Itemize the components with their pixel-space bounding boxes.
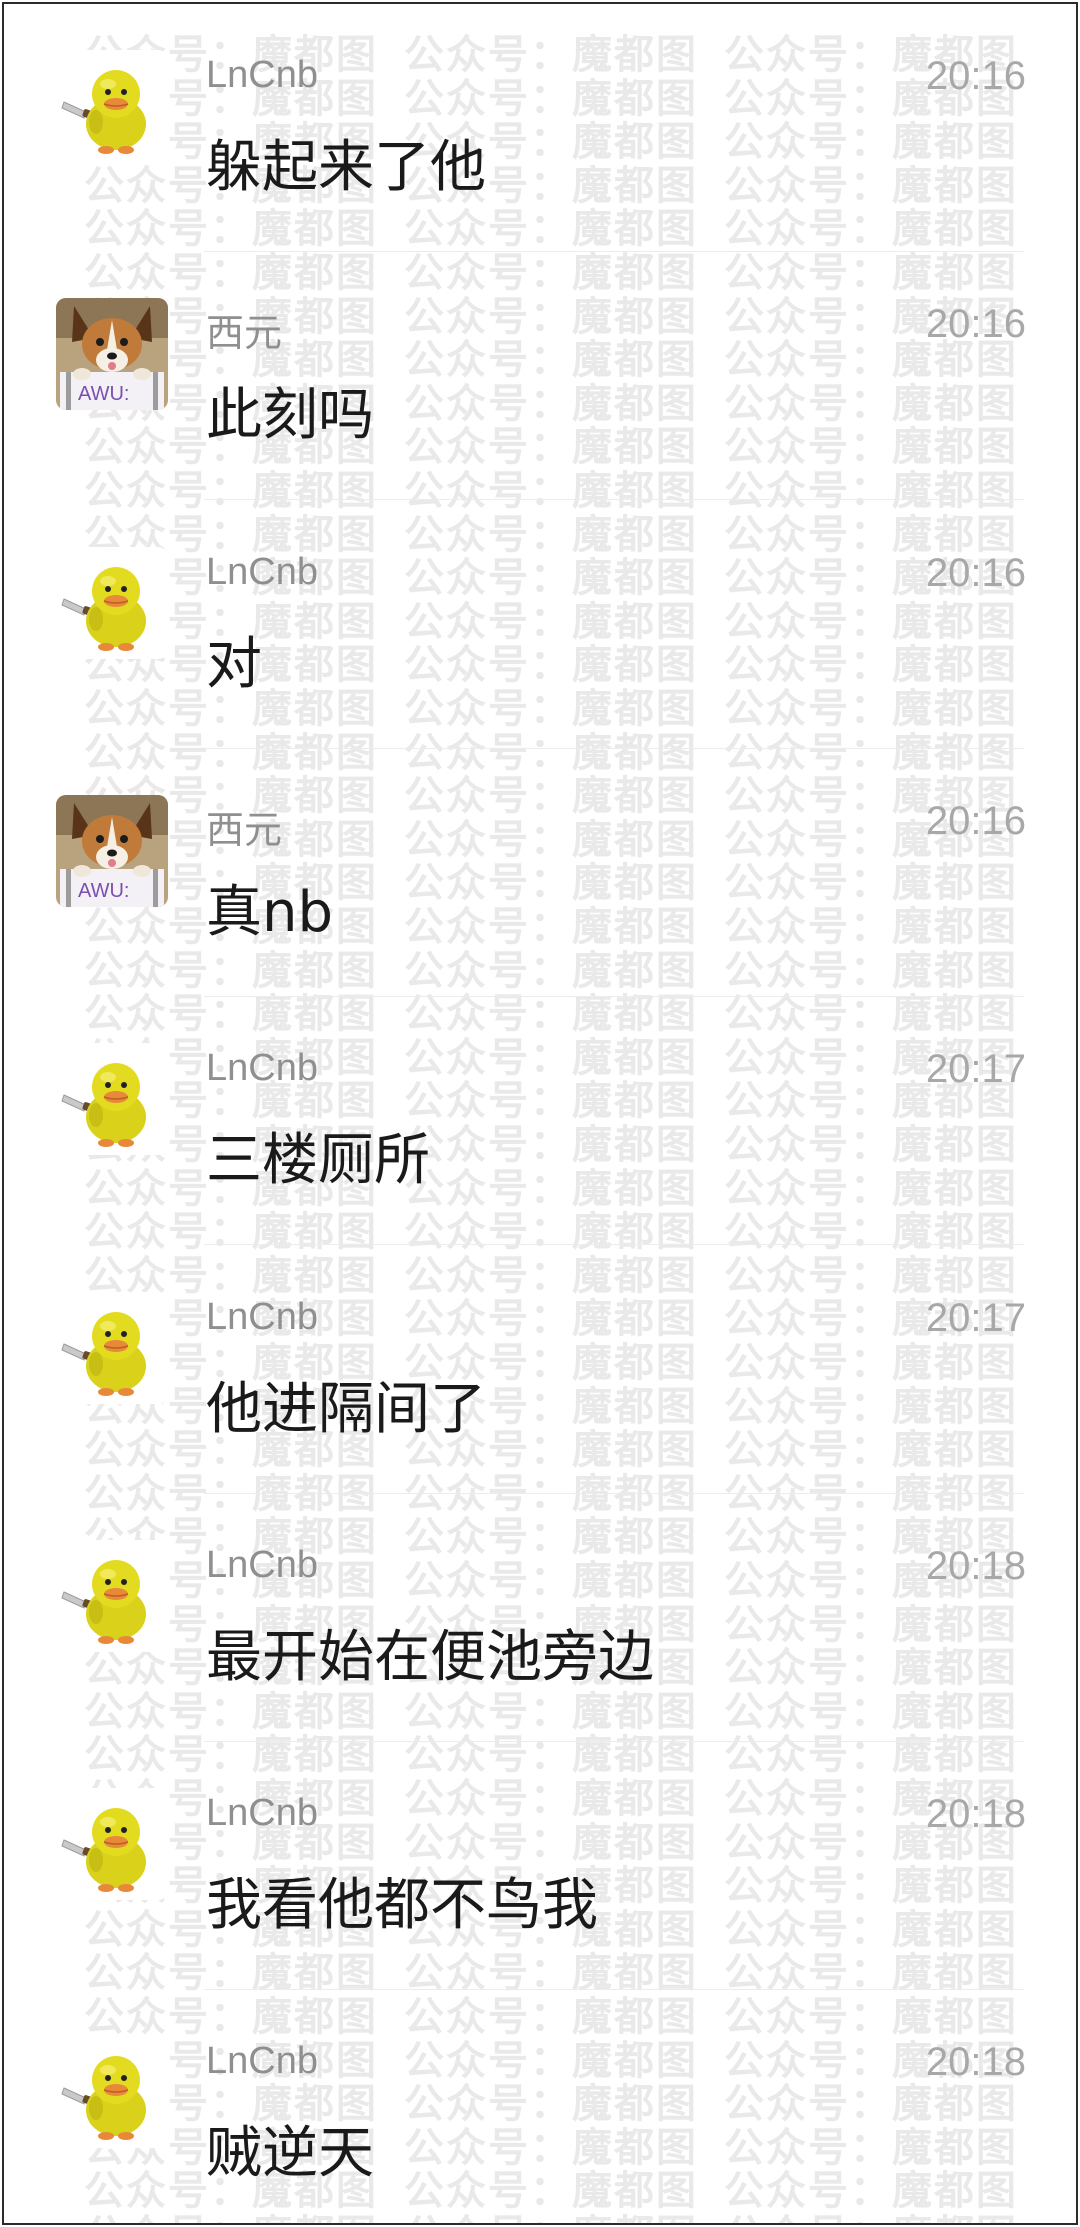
message-text: 最开始在便池旁边 xyxy=(206,1624,654,1690)
message-text: 真nb xyxy=(206,879,334,945)
message-time: 20:16 xyxy=(925,798,1026,843)
dog-avatar[interactable]: AWU: xyxy=(56,298,168,411)
chat-message[interactable]: AWU: 西元 20:16 真nb xyxy=(4,749,1076,997)
message-text: 此刻吗 xyxy=(206,383,374,449)
message-time: 20:16 xyxy=(925,302,1026,347)
sender-name[interactable]: 西元 xyxy=(206,799,282,854)
chat-message[interactable]: AWU: 西元 20:16 此刻吗 xyxy=(4,252,1076,501)
duck-avatar[interactable] xyxy=(56,546,168,659)
duck-avatar[interactable] xyxy=(56,50,168,162)
message-text: 对 xyxy=(206,631,262,697)
message-time: 20:17 xyxy=(925,1047,1026,1092)
chat-message[interactable]: LnCnb 20:18 我看他都不鸟我 xyxy=(4,1742,1076,1991)
dog-avatar[interactable]: AWU: xyxy=(56,794,168,907)
sender-name[interactable]: LnCnb xyxy=(206,1296,318,1339)
message-time: 20:18 xyxy=(925,1543,1026,1588)
sender-name[interactable]: LnCnb xyxy=(206,1792,318,1835)
chat-message[interactable]: LnCnb 20:16 躲起来了他 xyxy=(4,4,1076,252)
duck-avatar[interactable] xyxy=(56,1539,168,1652)
svg-text:AWU:: AWU: xyxy=(78,383,129,405)
chat-message[interactable]: LnCnb 20:16 对 xyxy=(4,501,1076,749)
duck-avatar[interactable] xyxy=(56,1291,168,1404)
duck-avatar[interactable] xyxy=(56,1043,168,1156)
duck-avatar[interactable] xyxy=(56,2036,168,2149)
chat-message[interactable]: LnCnb 20:17 他进隔间了 xyxy=(4,1246,1076,1494)
message-text: 贼逆天 xyxy=(206,2121,374,2187)
sender-name[interactable]: LnCnb xyxy=(206,54,318,97)
message-time: 20:18 xyxy=(925,2040,1026,2085)
svg-text:AWU:: AWU: xyxy=(78,880,129,902)
chat-message[interactable]: LnCnb 20:18 最开始在便池旁边 xyxy=(4,1494,1076,1742)
chat-message[interactable]: LnCnb 20:17 三楼厕所 xyxy=(4,997,1076,1246)
chat-screenshot: 公众号：魔都图 公众号：魔都图 公众号：魔都图 公众号：魔都图 公众号：魔都图 公众号：魔… xyxy=(2,2,1078,2225)
chat-message[interactable]: LnCnb 20:18 贼逆天 xyxy=(4,1990,1076,2223)
message-time: 20:18 xyxy=(925,1792,1026,1837)
sender-name[interactable]: LnCnb xyxy=(206,1544,318,1587)
sender-name[interactable]: LnCnb xyxy=(206,2040,318,2083)
message-text: 他进隔间了 xyxy=(206,1376,486,1442)
message-text: 三楼厕所 xyxy=(206,1128,430,1194)
sender-name[interactable]: LnCnb xyxy=(206,551,318,594)
message-text: 躲起来了他 xyxy=(206,135,486,200)
sender-name[interactable]: 西元 xyxy=(206,302,282,357)
message-time: 20:16 xyxy=(925,54,1026,98)
message-time: 20:17 xyxy=(925,1295,1026,1340)
duck-avatar[interactable] xyxy=(56,1788,168,1901)
message-time: 20:16 xyxy=(925,550,1026,595)
message-text: 我看他都不鸟我 xyxy=(206,1873,598,1939)
sender-name[interactable]: LnCnb xyxy=(206,1047,318,1090)
